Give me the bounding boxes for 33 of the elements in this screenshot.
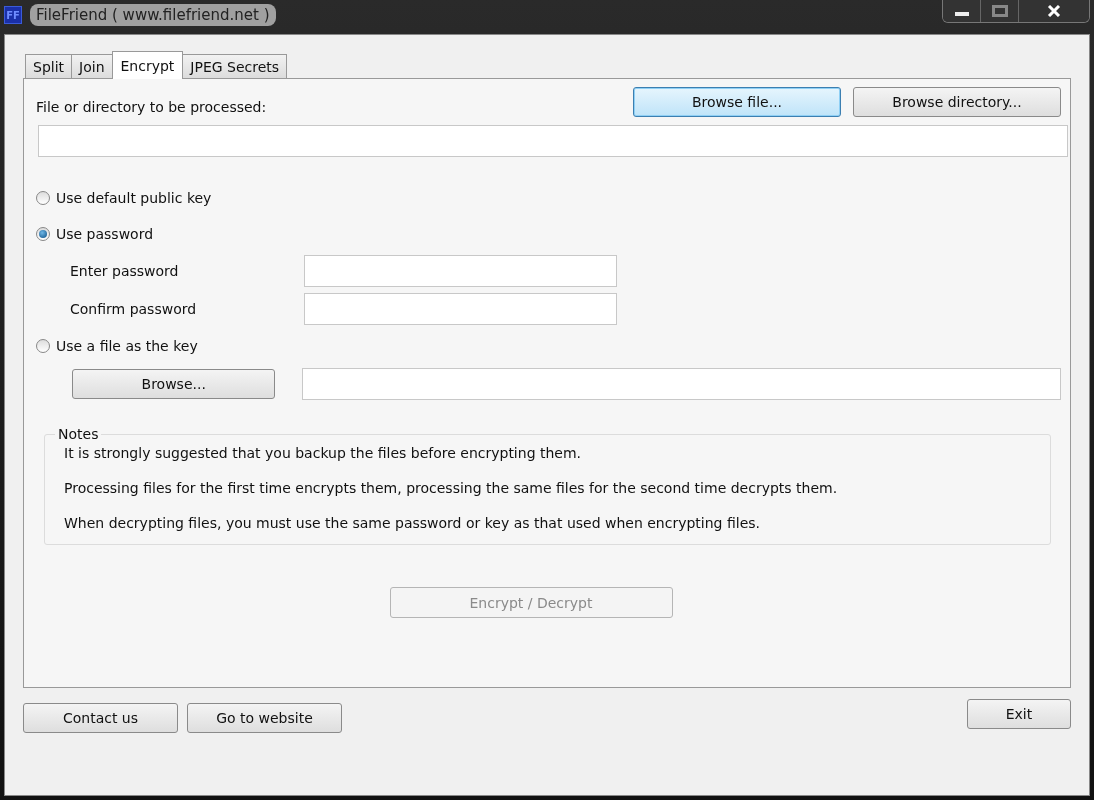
radio-button[interactable] [36,339,50,353]
field-label: File or directory to be processed: [36,99,267,115]
password-input-field[interactable] [304,255,617,287]
minimize-button[interactable] [943,0,981,22]
note-text: It is strongly suggested that you backup the files before encrypting them. [64,444,583,462]
tab[interactable]: Encrypt [111,51,184,79]
maximize-button[interactable] [981,0,1019,22]
note-text: When decrypting files, you must use the same password or key as that used when encrypting files. [64,514,762,532]
tab[interactable]: JPEG Secrets [182,54,288,78]
footer-button[interactable]: Go to website [187,703,342,733]
note-text: Processing files for the first time encrypts them, processing the same files for the second time decrypts them. [64,479,839,497]
radio-label: Use password [56,226,154,242]
radio-label: Use default public key [56,190,212,206]
tab[interactable]: Split [25,54,73,78]
close-icon [1047,5,1061,17]
close-button[interactable] [1019,0,1089,22]
tab[interactable]: Join [71,54,113,78]
key-file-input-field[interactable] [302,368,1061,400]
window-title: FileFriend ( www.filefriend.net ) [30,4,276,26]
browse-button[interactable]: Browse directory... [853,87,1061,117]
field-label: Confirm password [70,301,198,317]
browse-button[interactable]: Browse file... [633,87,841,117]
app-icon: FF [4,6,22,24]
footer-button[interactable]: Contact us [23,703,178,733]
radio-button[interactable] [36,227,50,241]
radio-button[interactable] [36,191,50,205]
exit-button[interactable]: Exit [967,699,1071,729]
browse-button[interactable]: Browse... [72,369,276,399]
group-title: Notes [57,426,100,442]
field-label: Enter password [70,263,180,279]
path-input-field[interactable] [38,125,1068,157]
radio-label: Use a file as the key [56,338,198,354]
password-input-field[interactable] [304,293,617,325]
